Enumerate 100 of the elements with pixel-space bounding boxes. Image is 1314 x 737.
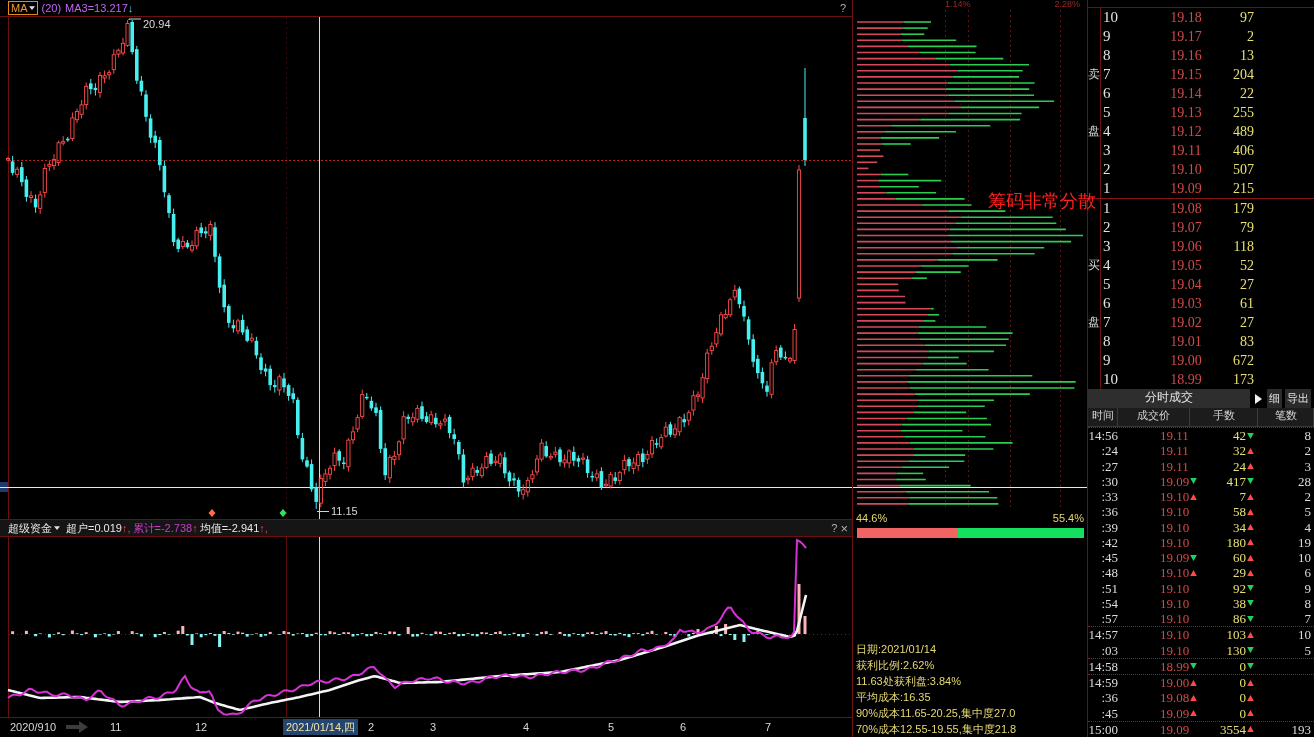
trade-volume: 29	[1233, 565, 1246, 581]
trade-count: 3	[1304, 458, 1311, 474]
trade-volume: 32	[1233, 443, 1246, 459]
order-level-number: 7	[1102, 314, 1111, 331]
order-price: 19.05	[1170, 257, 1202, 274]
trade-price: 19.09	[1160, 705, 1190, 721]
order-volume: 489	[1233, 123, 1254, 140]
trade-count: 28	[1298, 473, 1311, 489]
order-price: 19.11	[1170, 142, 1202, 159]
trade-count: 5	[1304, 504, 1311, 520]
chip-scale-label: 1.14%	[945, 0, 971, 9]
order-price: 19.18	[1170, 9, 1202, 26]
trade-time: 14:58	[1088, 658, 1118, 674]
order-volume: 507	[1233, 161, 1254, 178]
trade-time: :36	[1101, 690, 1118, 706]
low-price-label: 11.15	[331, 505, 358, 517]
order-volume: 2	[1247, 28, 1254, 45]
order-volume: 672	[1233, 352, 1254, 369]
side-label: 卖	[1088, 66, 1100, 83]
chip-info-text: 70%成本12.55-19.55,集中度21.8	[856, 722, 1018, 737]
annotation-text: 筹码非常分散	[988, 190, 1096, 212]
indicator-menu-button[interactable]: 超级资金	[8, 520, 66, 536]
order-level-number: 8	[1102, 47, 1111, 64]
trade-count: 193	[1291, 721, 1311, 737]
trade-time: :45	[1101, 550, 1118, 566]
trade-time: :42	[1101, 534, 1118, 550]
trade-price: 19.10	[1160, 627, 1190, 643]
order-price: 19.03	[1170, 295, 1202, 312]
trade-time: :24	[1101, 443, 1118, 459]
trade-volume: 130	[1226, 642, 1246, 658]
trade-count: 6	[1304, 565, 1311, 581]
trade-time: :51	[1101, 580, 1118, 596]
trade-count: 7	[1304, 611, 1311, 627]
export-button[interactable]: 导出	[1285, 389, 1311, 408]
order-volume: 179	[1233, 200, 1254, 217]
order-level-number: 1	[1102, 200, 1111, 217]
indicator-menu-button[interactable]: MA	[8, 1, 38, 15]
trade-volume: 92	[1233, 580, 1246, 596]
trade-price: 19.11	[1160, 458, 1189, 474]
order-price: 19.00	[1170, 352, 1202, 369]
trade-volume: 24	[1233, 458, 1246, 474]
trend-arrow: ↑	[192, 522, 198, 534]
help-button[interactable]: ?	[831, 522, 838, 534]
order-volume: 173	[1233, 371, 1254, 388]
order-price: 19.08	[1170, 200, 1202, 217]
ma-value-text: MA3=13.217	[65, 2, 128, 14]
order-volume: 13	[1240, 47, 1254, 64]
order-level-number: 7	[1102, 66, 1111, 83]
trade-price: 18.99	[1160, 658, 1190, 674]
date-axis-label: 3	[430, 720, 437, 734]
order-volume: 61	[1240, 295, 1254, 312]
trade-time: :39	[1101, 519, 1118, 535]
diamond-marker-icon	[208, 509, 216, 517]
right-triangle-icon[interactable]	[1255, 393, 1262, 404]
trade-price: 19.09	[1160, 473, 1190, 489]
order-volume: 22	[1240, 85, 1254, 102]
order-price: 19.17	[1170, 28, 1202, 45]
order-volume: 255	[1233, 104, 1254, 121]
order-level-number: 2	[1102, 219, 1111, 236]
order-price: 19.02	[1170, 314, 1202, 331]
trade-time: :33	[1101, 489, 1118, 505]
trade-volume: 180	[1226, 534, 1246, 550]
trade-price: 19.10	[1160, 519, 1190, 535]
trade-price: 19.10	[1160, 595, 1190, 611]
order-volume: 52	[1240, 257, 1254, 274]
date-axis-label: 12	[195, 720, 208, 734]
trade-volume: 0	[1239, 690, 1246, 706]
chip-scale-label: 2.28%	[1054, 0, 1081, 9]
order-volume: 215	[1233, 180, 1254, 197]
column-header: 时间	[1088, 408, 1118, 427]
order-level-number: 10	[1102, 371, 1118, 388]
date-axis-label: 5	[608, 720, 615, 734]
right-arrow-icon	[66, 721, 88, 733]
trade-time: :03	[1101, 642, 1118, 658]
trade-volume: 0	[1239, 658, 1246, 674]
trade-volume: 7	[1239, 489, 1246, 505]
trade-price: 19.10	[1160, 534, 1190, 550]
order-level-number: 6	[1102, 295, 1111, 312]
trend-arrow: ↑,	[259, 522, 268, 534]
trade-price: 19.10	[1160, 565, 1190, 581]
order-level-number: 8	[1102, 333, 1111, 350]
loss-percent-text: 55.4%	[1052, 512, 1084, 525]
trades-tab[interactable]: 分时成交	[1088, 389, 1250, 408]
leader-line	[128, 18, 142, 21]
trade-time: :57	[1101, 611, 1118, 627]
trade-count: 2	[1304, 443, 1311, 459]
trade-count: 10	[1298, 550, 1311, 566]
order-level-number: 6	[1102, 85, 1111, 102]
high-price-label: 20.94	[143, 18, 171, 30]
detail-button[interactable]: 细	[1267, 389, 1282, 408]
trade-time: :30	[1101, 473, 1118, 489]
trade-volume: 3554	[1220, 721, 1246, 737]
order-volume: 406	[1233, 142, 1254, 159]
profit-percent-text: 44.6%	[856, 512, 888, 525]
trade-count: 5	[1304, 642, 1311, 658]
date-axis-label: 6	[680, 720, 687, 734]
close-button[interactable]: ×	[840, 520, 848, 536]
order-level-number: 9	[1102, 352, 1111, 369]
help-button[interactable]: ?	[839, 2, 846, 14]
trade-time: :27	[1101, 458, 1118, 474]
